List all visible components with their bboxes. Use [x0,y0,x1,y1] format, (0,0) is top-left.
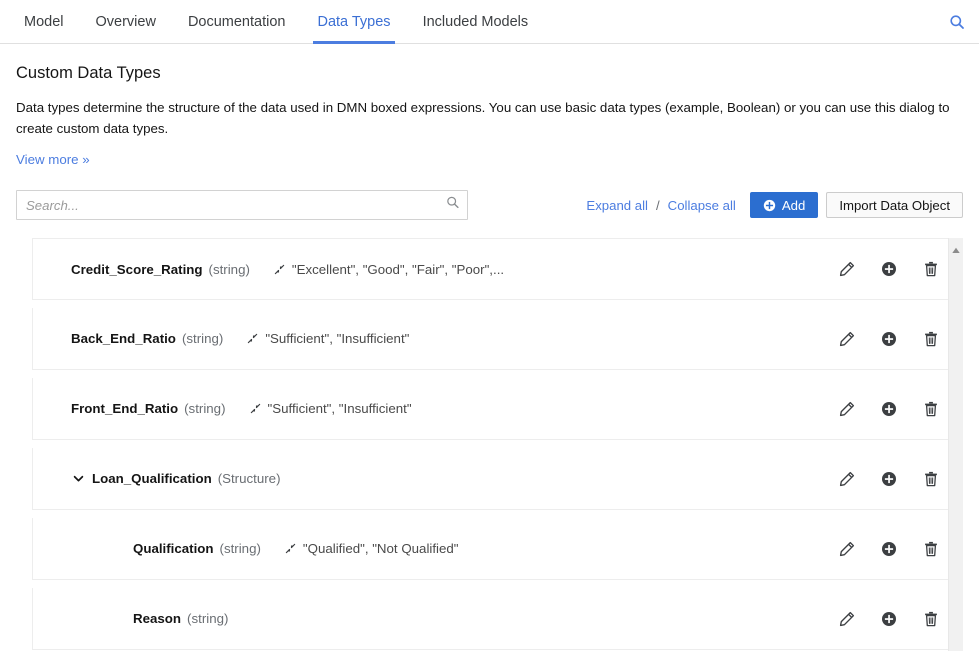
data-type-row[interactable]: Credit_Score_Rating (string) "Excellent", … [32,238,963,300]
data-type-kind: (Structure) [217,471,281,486]
page-description: Data types determine the structure of th… [16,100,950,136]
row-actions [826,394,952,424]
row-actions [826,324,952,354]
row-actions [826,534,952,564]
data-type-name: Back_End_Ratio [71,331,176,346]
edit-icon[interactable] [826,394,868,424]
data-type-row[interactable]: Back_End_Ratio (string) "Sufficient", "Ins… [32,308,963,370]
data-type-row[interactable]: Reason (string) [32,588,963,650]
collapse-all-link[interactable]: Collapse all [668,198,736,213]
expand-all-link[interactable]: Expand all [586,198,648,213]
constraint-icon [274,264,285,275]
data-types-page: Custom Data Types Data types determine t… [0,64,979,651]
data-type-kind: (string) [181,331,224,346]
add-property-icon[interactable] [868,534,910,564]
data-type-row-content: Back_End_Ratio (string) "Sufficient", "Ins… [33,331,826,346]
constraint-icon [247,333,258,344]
data-type-kind: (string) [219,541,261,556]
add-property-icon[interactable] [868,464,910,494]
data-type-constraint: "Sufficient", "Insufficient" [247,331,409,346]
add-property-icon[interactable] [868,604,910,634]
tab-model[interactable]: Model [8,0,80,43]
constraint-values: "Sufficient", "Insufficient" [267,401,412,416]
data-type-name: Reason [133,611,182,626]
row-actions [826,464,952,494]
data-types-list: Credit_Score_Rating (string) "Excellent", … [32,238,963,651]
edit-icon[interactable] [826,534,868,564]
delete-icon[interactable] [910,604,952,634]
data-type-constraint: "Sufficient", "Insufficient" [250,401,412,416]
delete-icon[interactable] [910,394,952,424]
add-property-icon[interactable] [868,324,910,354]
constraint-values: "Qualified", "Not Qualified" [302,541,459,556]
add-property-icon[interactable] [868,254,910,284]
import-data-object-button[interactable]: Import Data Object [826,192,963,218]
row-actions [826,604,952,634]
data-type-row-content: Front_End_Ratio (string) "Sufficient", "In… [33,401,826,416]
add-property-icon[interactable] [868,394,910,424]
scroll-up-arrow-icon[interactable] [952,241,961,259]
search-input[interactable] [16,190,468,220]
data-type-name: Credit_Score_Rating [71,261,203,277]
global-search-icon[interactable] [945,10,969,34]
edit-icon[interactable] [826,254,868,284]
toolbar-actions: Expand all / Collapse all Add Import Dat… [586,190,963,220]
data-type-row-content: Loan_Qualification (Structure) [33,471,826,486]
data-type-name: Loan_Qualification [92,471,212,486]
data-type-constraint: "Qualified", "Not Qualified" [285,541,459,556]
data-type-name: Qualification [133,541,214,556]
data-type-row-content: Reason (string) [33,611,826,626]
main-tab-bar: Model Overview Documentation Data Types Incl… [0,0,979,44]
row-actions [826,254,952,284]
data-type-row-content: Qualification (string) "Qualified", "Not Q… [33,541,826,556]
constraint-values: "Sufficient", "Insufficient" [265,331,410,346]
data-type-kind: (string) [184,401,226,416]
data-type-row[interactable]: Front_End_Ratio (string) "Sufficient", "In… [32,378,963,440]
data-types-toolbar: Expand all / Collapse all Add Import Dat… [16,190,963,220]
edit-icon[interactable] [826,604,868,634]
constraint-values: "Excellent", "Good", "Fair", "Poor",... [291,261,505,277]
page-title: Custom Data Types [16,64,161,82]
tab-overview[interactable]: Overview [80,0,172,43]
edit-icon[interactable] [826,464,868,494]
data-type-row[interactable]: Qualification (string) "Qualified", "Not Q… [32,518,963,580]
tab-documentation[interactable]: Documentation [172,0,302,43]
search-field-wrapper [16,190,468,220]
data-type-constraint: "Excellent", "Good", "Fair", "Poor",... [274,262,504,277]
edit-icon[interactable] [826,324,868,354]
data-type-kind: (string) [208,261,250,277]
delete-icon[interactable] [910,324,952,354]
delete-icon[interactable] [910,254,952,284]
data-types-list-area: Credit_Score_Rating (string) "Excellent", … [16,238,963,651]
tab-included-models[interactable]: Included Models [407,0,545,43]
delete-icon[interactable] [910,534,952,564]
view-more-link[interactable]: View more » [16,152,90,167]
chevron-down-icon[interactable] [71,472,85,485]
add-button-label: Add [781,197,806,213]
constraint-icon [285,543,296,554]
data-type-name: Front_End_Ratio [71,401,179,416]
data-type-kind: (string) [187,611,229,626]
list-scrollbar[interactable] [948,238,963,651]
toolbar-separator: / [656,197,660,213]
delete-icon[interactable] [910,464,952,494]
tab-data-types[interactable]: Data Types [301,0,406,44]
constraint-icon [250,403,261,414]
data-type-row[interactable]: Loan_Qualification (Structure) [32,448,963,510]
plus-circle-icon [763,199,776,212]
data-type-row-content: Credit_Score_Rating (string) "Excellent", … [33,262,826,277]
add-data-type-button[interactable]: Add [749,192,819,218]
